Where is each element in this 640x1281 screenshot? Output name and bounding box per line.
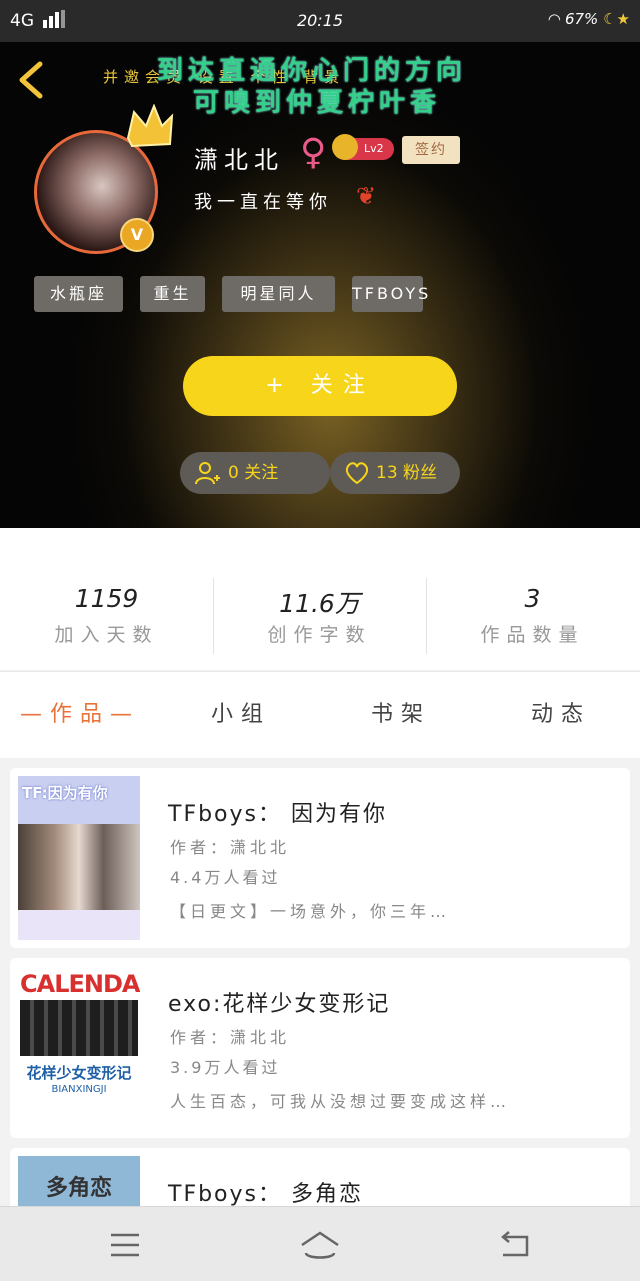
cover-subtitle: 花样少女变形记 bbox=[26, 1064, 132, 1082]
work-author: 作者：潇北北 bbox=[170, 1028, 291, 1047]
cover-title: TF:因为有你 bbox=[22, 784, 108, 802]
level-crown-icon bbox=[332, 134, 358, 160]
book-cover: TF:因为有你 bbox=[18, 776, 140, 940]
heart-add-icon bbox=[345, 462, 369, 485]
tab-bookshelf[interactable]: 书架 bbox=[356, 696, 446, 736]
tab-groups[interactable]: 小组 bbox=[196, 696, 286, 736]
profile-header: 并邀会员 设置 个性 背景 到达直通你心门的方向 可嗅到仲夏柠叶香 V 潇北北 … bbox=[0, 42, 640, 528]
tag-item[interactable]: TFBOYS bbox=[352, 276, 428, 312]
following-label: 0 关注 bbox=[228, 463, 279, 483]
book-cover: CALENDAR 花样少女变形记 BIANXINGJI bbox=[18, 966, 140, 1130]
back-button[interactable] bbox=[14, 60, 54, 100]
system-nav-bar bbox=[0, 1206, 640, 1281]
stat-value: 11.6万 bbox=[279, 589, 360, 618]
stat-join-days: 1159 加入天数 bbox=[0, 528, 213, 670]
cover-image bbox=[18, 824, 140, 910]
work-title: TFboys： 因为有你 bbox=[168, 802, 387, 827]
username: 潇北北 bbox=[194, 146, 284, 174]
stat-label: 作品数量 bbox=[480, 624, 585, 646]
work-views: 3.9万人看过 bbox=[170, 1058, 281, 1077]
work-card[interactable]: CALENDAR 花样少女变形记 BIANXINGJI exo:花样少女变形记 … bbox=[10, 958, 630, 1138]
work-views: 4.4万人看过 bbox=[170, 868, 281, 887]
stat-works-count: 3 作品数量 bbox=[426, 528, 639, 670]
tab-dash: — bbox=[110, 702, 140, 727]
moon-icon: ☾★ bbox=[603, 10, 630, 28]
work-title: TFboys： 多角恋 bbox=[168, 1182, 363, 1207]
chevron-left-icon bbox=[19, 61, 43, 99]
follow-button[interactable]: + 关注 bbox=[183, 356, 457, 416]
tab-activity[interactable]: 动态 bbox=[516, 696, 606, 736]
tab-bar: —作品— 小组 书架 动态 bbox=[0, 671, 640, 758]
return-icon[interactable] bbox=[495, 1225, 535, 1265]
cover-subtitle-latin: BIANXINGJI bbox=[51, 1084, 107, 1095]
stat-label: 创作字数 bbox=[267, 624, 372, 646]
level-text: Lv2 bbox=[364, 142, 384, 155]
follow-label: 关注 bbox=[310, 373, 375, 398]
tab-label: 作品 bbox=[49, 702, 110, 727]
status-right: ◠ 67% ☾★ bbox=[549, 10, 630, 28]
stat-label: 加入天数 bbox=[54, 624, 159, 646]
cover-title: CALENDAR bbox=[20, 970, 140, 998]
stat-value: 3 bbox=[524, 584, 541, 613]
cover-image bbox=[20, 1000, 138, 1056]
battery-level: 67% bbox=[564, 10, 599, 28]
stat-word-count: 11.6万 创作字数 bbox=[213, 528, 426, 670]
tag-item[interactable]: 水瓶座 bbox=[34, 276, 123, 312]
tab-dash: — bbox=[19, 702, 50, 727]
clock: 20:15 bbox=[296, 11, 344, 30]
fans-label: 13 粉丝 bbox=[376, 463, 438, 483]
status-bar: 4G 20:15 ◠ 67% ☾★ bbox=[0, 0, 640, 42]
maple-leaf-icon: ❦ bbox=[356, 182, 377, 210]
work-author: 作者：潇北北 bbox=[170, 838, 291, 857]
vip-badge: V bbox=[120, 218, 154, 252]
work-description: 人生百态，可我从没想过要变成这样… bbox=[170, 1092, 511, 1111]
plus-icon: + bbox=[265, 373, 294, 398]
work-title: exo:花样少女变形记 bbox=[168, 992, 391, 1017]
tag-item[interactable]: 明星同人 bbox=[222, 276, 335, 312]
stat-value: 1159 bbox=[74, 584, 139, 613]
wifi-icon: ◠ bbox=[548, 10, 561, 28]
stats-row: 1159 加入天数 11.6万 创作字数 3 作品数量 bbox=[0, 528, 640, 670]
user-add-icon bbox=[195, 462, 220, 485]
fans-button[interactable]: 13 粉丝 bbox=[330, 452, 460, 494]
level-badge: Lv2 bbox=[332, 134, 394, 160]
work-card[interactable]: TF:因为有你 TFboys： 因为有你 作者：潇北北 4.4万人看过 【日更文… bbox=[10, 768, 630, 948]
female-icon: ♀ bbox=[300, 132, 327, 173]
tab-works[interactable]: —作品— bbox=[18, 696, 142, 736]
crown-icon bbox=[126, 104, 174, 148]
tag-item[interactable]: 重生 bbox=[140, 276, 205, 312]
home-icon[interactable] bbox=[298, 1225, 342, 1265]
cover-footer bbox=[18, 910, 140, 940]
bio: 我一直在等你 bbox=[194, 192, 332, 213]
menu-icon[interactable] bbox=[105, 1225, 145, 1265]
work-description: 【日更文】一场意外，你三年… bbox=[170, 902, 451, 921]
banner-line-2: 可嗅到仲夏柠叶香 bbox=[193, 88, 442, 118]
cover-title: 多角恋 bbox=[45, 1176, 112, 1201]
sign-badge[interactable]: 签约 bbox=[402, 136, 460, 164]
following-button[interactable]: 0 关注 bbox=[180, 452, 330, 494]
